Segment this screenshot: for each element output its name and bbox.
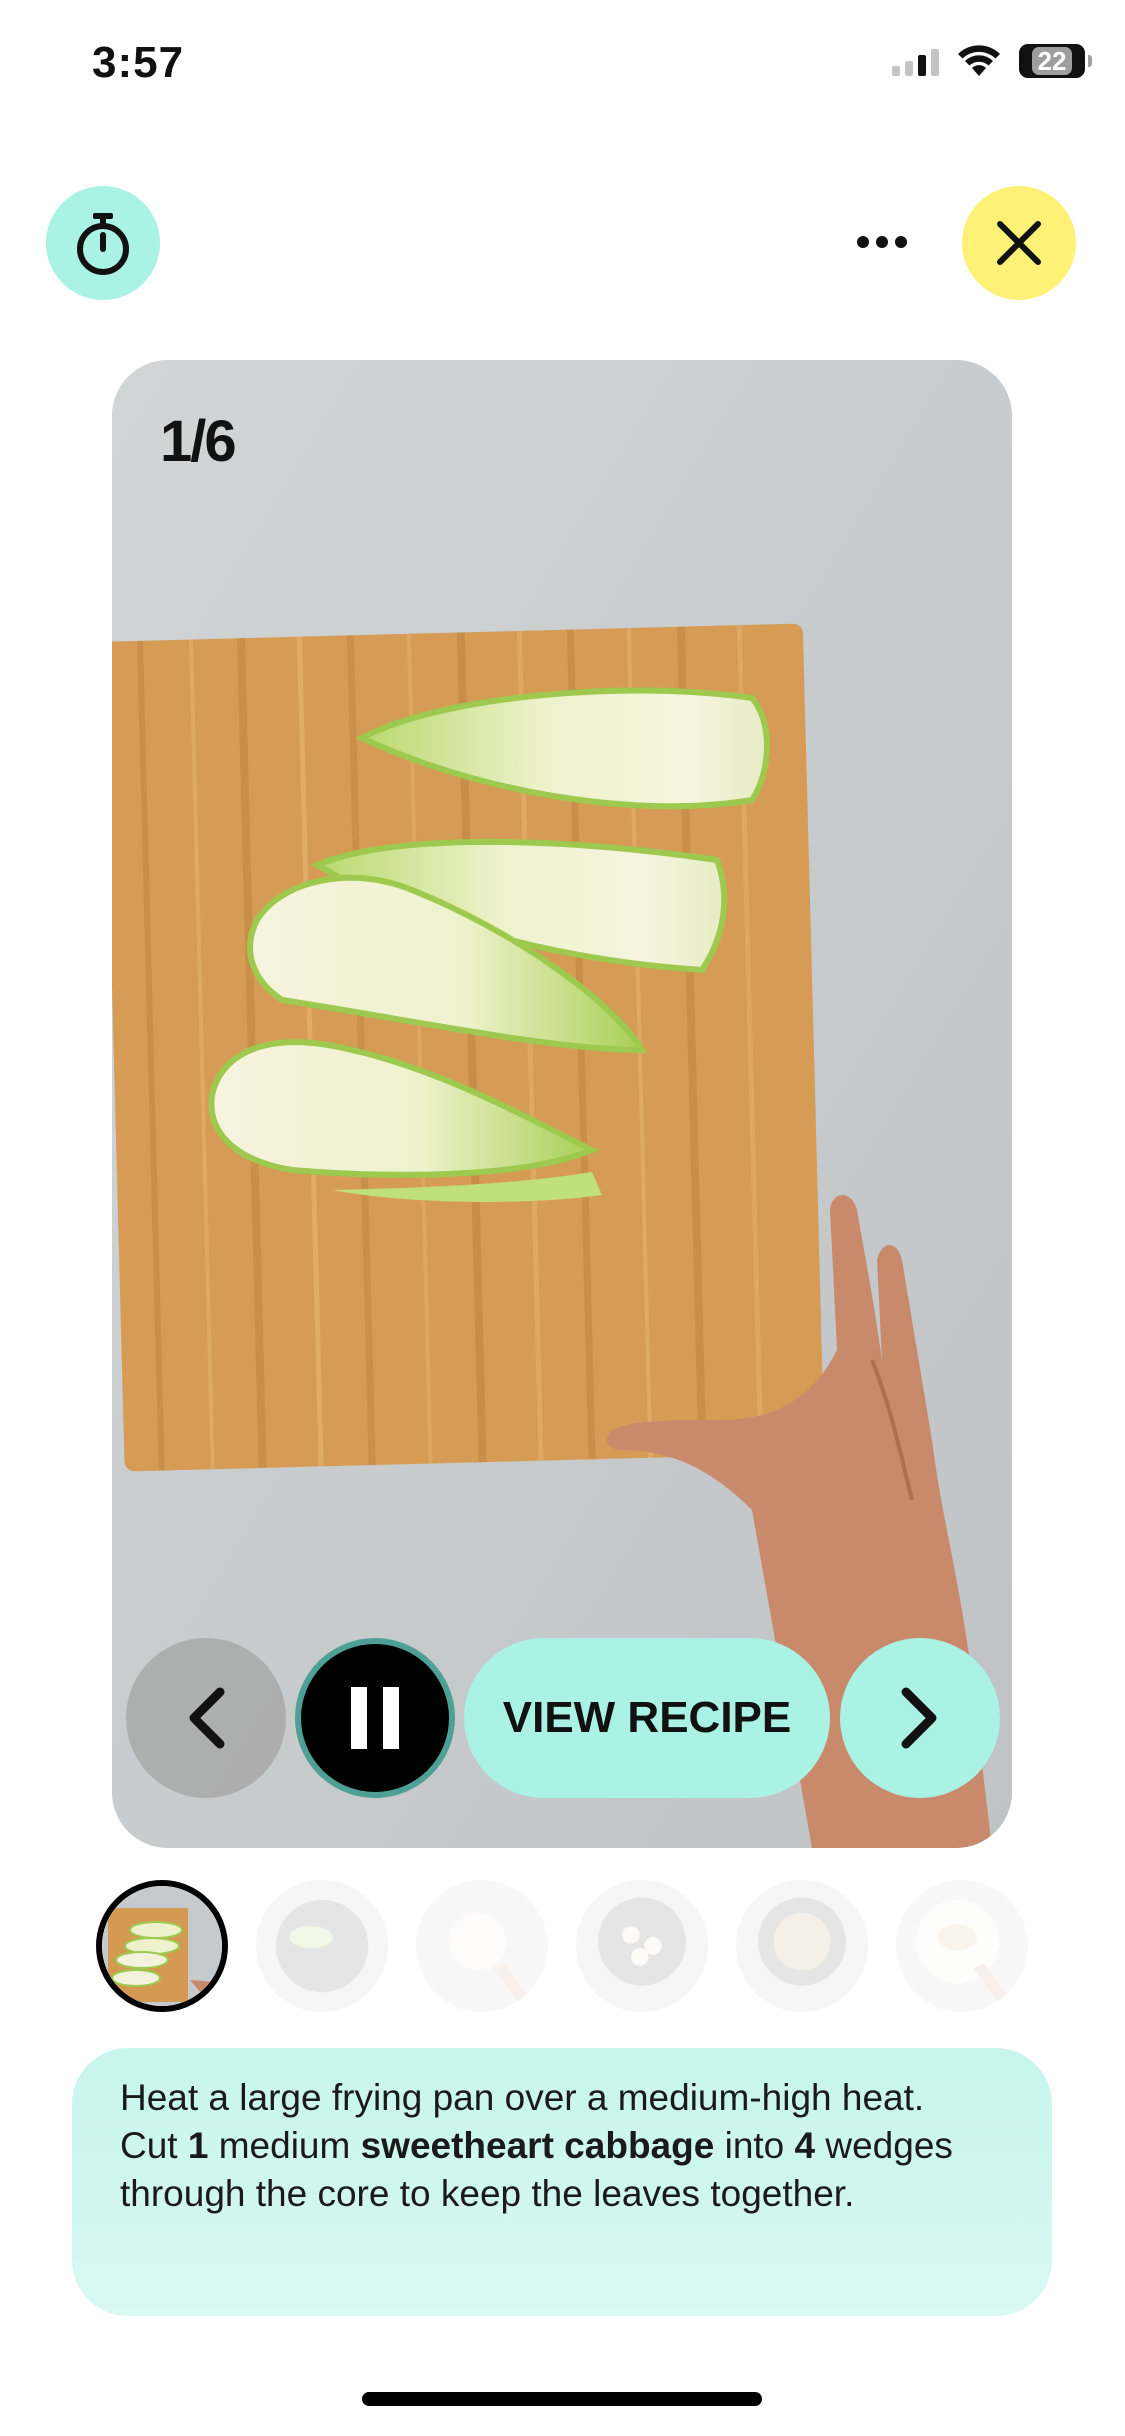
status-bar: 3:57 22	[0, 0, 1125, 140]
instruction-text-fragment: into	[714, 2125, 795, 2166]
stopwatch-icon	[77, 213, 129, 275]
timer-button[interactable]	[46, 186, 160, 300]
instruction-quantity: 1	[187, 2125, 209, 2166]
pan-thumbnail-icon	[256, 1880, 388, 2012]
pan-thumbnail-icon	[736, 1880, 868, 2012]
step-photo-card: 1/6 VIEW RECIPE	[112, 360, 1012, 1848]
instruction-text-fragment: wedges	[815, 2125, 953, 2166]
pause-icon	[351, 1687, 399, 1749]
battery-level: 22	[1031, 47, 1073, 75]
close-button[interactable]	[962, 186, 1076, 300]
pause-button[interactable]	[295, 1638, 455, 1798]
step-counter: 1/6	[160, 409, 237, 474]
chevron-left-icon	[189, 1687, 225, 1749]
more-options-button[interactable]	[840, 210, 924, 274]
status-icons: 22	[892, 44, 1092, 78]
step-photo	[112, 360, 1012, 1848]
bowl-thumbnail-icon	[416, 1880, 548, 2012]
step-thumbnail-6[interactable]	[896, 1880, 1028, 2012]
step-thumbnail-strip	[96, 1880, 1036, 2016]
next-step-button[interactable]	[840, 1638, 1000, 1798]
step-thumbnail-1[interactable]	[96, 1880, 228, 2012]
wifi-icon	[958, 45, 1000, 76]
instruction-text-fragment: Cut	[120, 2125, 188, 2166]
instruction-line-1: Heat a large frying pan over a medium-hi…	[120, 2077, 925, 2118]
view-recipe-button[interactable]: VIEW RECIPE	[464, 1638, 830, 1798]
step-thumbnail-2[interactable]	[256, 1880, 388, 2012]
instruction-text-fragment: medium	[208, 2125, 361, 2166]
chevron-right-icon	[901, 1687, 937, 1749]
instruction-text: Heat a large frying pan over a medium-hi…	[120, 2074, 1004, 2218]
close-icon	[997, 221, 1041, 265]
battery-icon: 22	[1019, 44, 1092, 78]
instruction-card: Heat a large frying pan over a medium-hi…	[72, 2048, 1052, 2316]
instruction-line-3: through the core to keep the leaves toge…	[120, 2173, 855, 2214]
plate-thumbnail-icon	[896, 1880, 1028, 2012]
home-indicator	[362, 2392, 762, 2406]
instruction-quantity: 4	[794, 2125, 816, 2166]
cellular-signal-icon	[892, 46, 939, 76]
cabbage-thumbnail-icon	[102, 1886, 222, 2006]
status-time: 3:57	[92, 38, 185, 87]
ellipsis-icon	[857, 236, 907, 248]
instruction-ingredient: sweetheart cabbage	[360, 2125, 715, 2166]
previous-step-button[interactable]	[126, 1638, 286, 1798]
step-thumbnail-5[interactable]	[736, 1880, 868, 2012]
step-thumbnail-4[interactable]	[576, 1880, 708, 2012]
instruction-line-2: Cut 1 medium sweetheart cabbage into 4 w…	[120, 2122, 1004, 2170]
pan-thumbnail-icon	[576, 1880, 708, 2012]
step-thumbnail-3[interactable]	[416, 1880, 548, 2012]
